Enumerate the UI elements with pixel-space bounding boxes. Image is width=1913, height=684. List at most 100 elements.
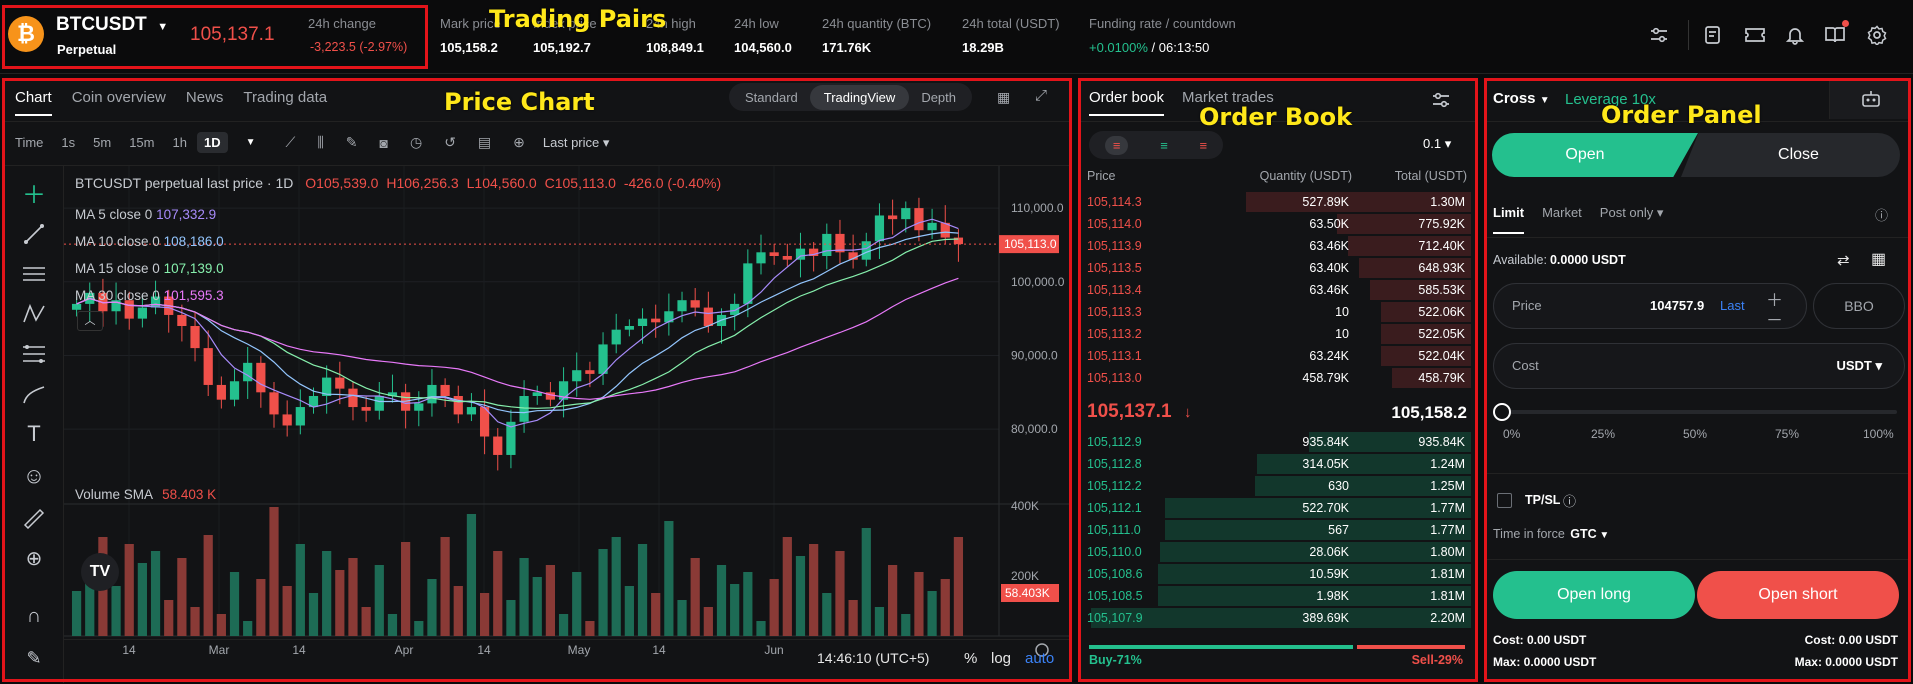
cost-unit-select[interactable]: USDT ▾ [1836,358,1882,374]
layout-grid-icon[interactable]: ▦ [997,89,1010,106]
bbo-button[interactable]: BBO [1813,283,1905,329]
trendline-icon[interactable] [19,219,49,249]
bell-icon[interactable] [1784,24,1806,46]
bid-row[interactable]: 105,112.2 630 1.25M [1083,475,1471,497]
tab-order-book[interactable]: Order book [1089,89,1165,116]
slider-label[interactable]: 25% [1591,427,1615,441]
pencil-icon[interactable]: ✎ [346,134,358,151]
price-input[interactable]: Price 104757.9 Last ＋ － [1493,283,1807,331]
interval-1h[interactable]: 1h [173,135,187,150]
fib-icon[interactable] [19,339,49,369]
ask-row[interactable]: 105,113.1 63.24K 522.04K [1083,345,1471,367]
ruler-icon[interactable] [19,503,49,533]
alarm-icon[interactable]: ◷ [410,134,422,151]
bid-row[interactable]: 105,112.9 935.84K 935.84K [1083,431,1471,453]
slider-label[interactable]: 75% [1775,427,1799,441]
gear-icon[interactable] [1866,24,1888,46]
calculator-icon[interactable]: ▦ [1871,249,1886,269]
slider-label[interactable]: 0% [1503,427,1520,441]
orders-icon[interactable] [1702,24,1724,46]
tpsl-info-icon[interactable]: ⓘ [1563,491,1576,510]
view-depth[interactable]: Depth [909,90,968,105]
bid-row[interactable]: 105,108.6 10.59K 1.81M [1083,563,1471,585]
info-icon[interactable]: ⓘ [1875,205,1888,224]
book-bids-icon[interactable]: ≡ [1160,138,1168,153]
margin-mode-select[interactable]: Cross ▼ [1493,90,1550,107]
replay-icon[interactable]: ↺ [444,134,456,151]
magnet-icon[interactable]: ∩ [19,601,49,631]
ask-row[interactable]: 105,113.3 10 522.06K [1083,301,1471,323]
tab-chart[interactable]: Chart [15,89,52,116]
tpsl-checkbox[interactable] [1497,493,1512,508]
close-tab-button[interactable]: Close [1681,133,1900,177]
bid-row[interactable]: 105,108.5 1.98K 1.81M [1083,585,1471,607]
bid-row[interactable]: 105,110.0 28.06K 1.80M [1083,541,1471,563]
precision-select[interactable]: 0.1 ▾ [1423,136,1451,152]
bid-row[interactable]: 105,107.9 389.69K 2.20M [1083,607,1471,629]
ask-row[interactable]: 105,114.0 63.50K 775.92K [1083,213,1471,235]
ask-row[interactable]: 105,113.9 63.46K 712.40K [1083,235,1471,257]
order-type-post-only[interactable]: Post only ▾ [1600,205,1664,234]
price-last-tag[interactable]: Last [1720,298,1745,313]
brush-icon[interactable] [19,379,49,409]
funding[interactable]: Funding rate / countdown +0.0100% / 06:1… [1089,16,1236,55]
ask-row[interactable]: 105,113.0 458.79K 458.79K [1083,367,1471,389]
robot-icon[interactable] [1829,79,1911,119]
auto-toggle[interactable]: auto [1025,650,1054,667]
crosshair-icon[interactable]: ＋ [19,177,49,209]
slider-label[interactable]: 100% [1863,427,1894,441]
view-standard[interactable]: Standard [733,90,810,105]
log-toggle[interactable]: log [991,650,1011,667]
chevron-down-icon[interactable]: ▼ [246,137,256,148]
book-both-icon[interactable]: ≡ [1104,135,1129,155]
calendar-icon[interactable]: ▤ [478,134,491,151]
cost-input[interactable]: Cost USDT ▾ [1493,343,1905,389]
tab-news[interactable]: News [186,89,224,116]
slider-handle[interactable] [1493,403,1511,421]
sliders-icon[interactable] [1648,24,1670,46]
pattern-icon[interactable] [19,299,49,329]
tif-row[interactable]: Time in force GTC ▼ [1493,527,1609,541]
order-type-limit[interactable]: Limit [1493,205,1525,234]
horizontal-lines-icon[interactable] [19,259,49,289]
bid-row[interactable]: 105,112.8 314.05K 1.24M [1083,453,1471,475]
bid-row[interactable]: 105,111.0 567 1.77M [1083,519,1471,541]
interval-15m[interactable]: 15m [129,135,154,150]
candle-type-icon[interactable]: ⫼ [317,134,323,151]
view-tradingview[interactable]: TradingView [809,84,910,110]
tab-trading-data[interactable]: Trading data [243,89,327,116]
book-icon[interactable] [1824,20,1849,46]
text-icon[interactable]: T [19,419,49,449]
transfer-icon[interactable]: ⇄ [1837,251,1850,269]
ask-row[interactable]: 105,114.3 527.89K 1.30M [1083,191,1471,213]
interval-time[interactable]: Time [15,135,43,150]
minus-icon[interactable]: － [1766,306,1783,331]
open-long-button[interactable]: Open long [1493,571,1695,619]
interval-1d[interactable]: 1D [196,132,228,153]
zoom-icon[interactable]: ⊕ [19,543,49,573]
ask-row[interactable]: 105,113.4 63.46K 585.53K [1083,279,1471,301]
slider-label[interactable]: 50% [1683,427,1707,441]
indicator-icon[interactable]: ⟋ [286,134,296,151]
settings-sliders-icon[interactable] [1431,91,1451,114]
order-type-market[interactable]: Market [1542,205,1582,234]
bid-row[interactable]: 105,112.1 522.70K 1.77M [1083,497,1471,519]
percent-toggle[interactable]: % [964,650,977,667]
interval-5m[interactable]: 5m [93,135,111,150]
collapse-legend-button[interactable]: ︿ [77,311,103,331]
ask-row[interactable]: 105,113.2 10 522.05K [1083,323,1471,345]
price-type-select[interactable]: Last price ▾ [543,135,610,151]
book-asks-icon[interactable]: ≡ [1200,138,1208,153]
amount-slider[interactable] [1493,403,1901,421]
ticket-icon[interactable] [1744,24,1766,46]
tab-coin-overview[interactable]: Coin overview [72,89,166,116]
open-tab-button[interactable]: Open [1492,133,1698,177]
lock-pencil-icon[interactable]: ✎ [19,643,49,673]
fullscreen-icon[interactable]: ⤢ [1035,87,1047,104]
ob-mark-price[interactable]: 105,158.2 [1391,403,1467,423]
interval-1s[interactable]: 1s [61,135,75,150]
add-circle-icon[interactable]: ⊕ [513,134,525,151]
ask-row[interactable]: 105,113.5 63.40K 648.93K [1083,257,1471,279]
symbol-selector[interactable]: BTCUSDT ▼ [56,14,168,36]
open-short-button[interactable]: Open short [1697,571,1899,619]
